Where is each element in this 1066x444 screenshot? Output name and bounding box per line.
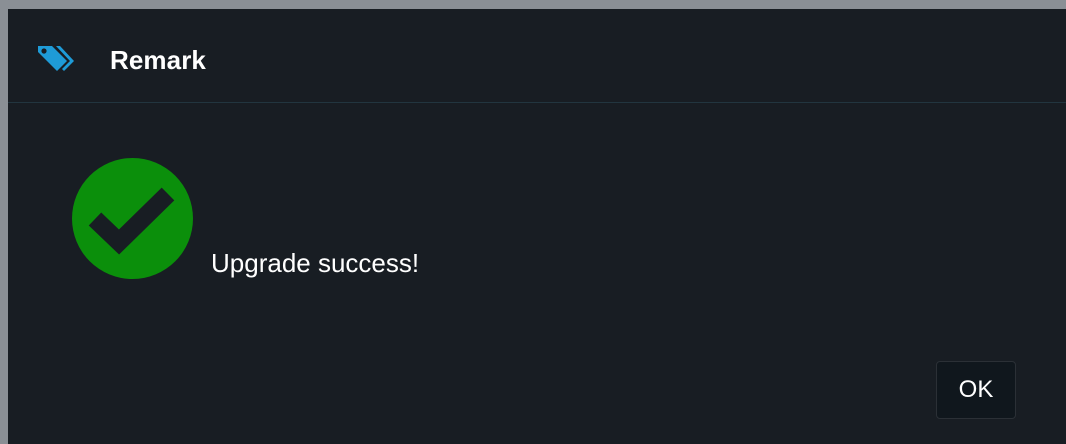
dialog-header: Remark xyxy=(8,9,1066,103)
status-message: Upgrade success! xyxy=(211,248,420,278)
dialog-title: Remark xyxy=(110,45,206,75)
tag-icon xyxy=(36,42,76,76)
ok-button[interactable]: OK xyxy=(936,361,1016,419)
success-check-icon xyxy=(72,158,193,279)
remark-dialog: Remark Upgrade success! OK xyxy=(8,9,1066,444)
